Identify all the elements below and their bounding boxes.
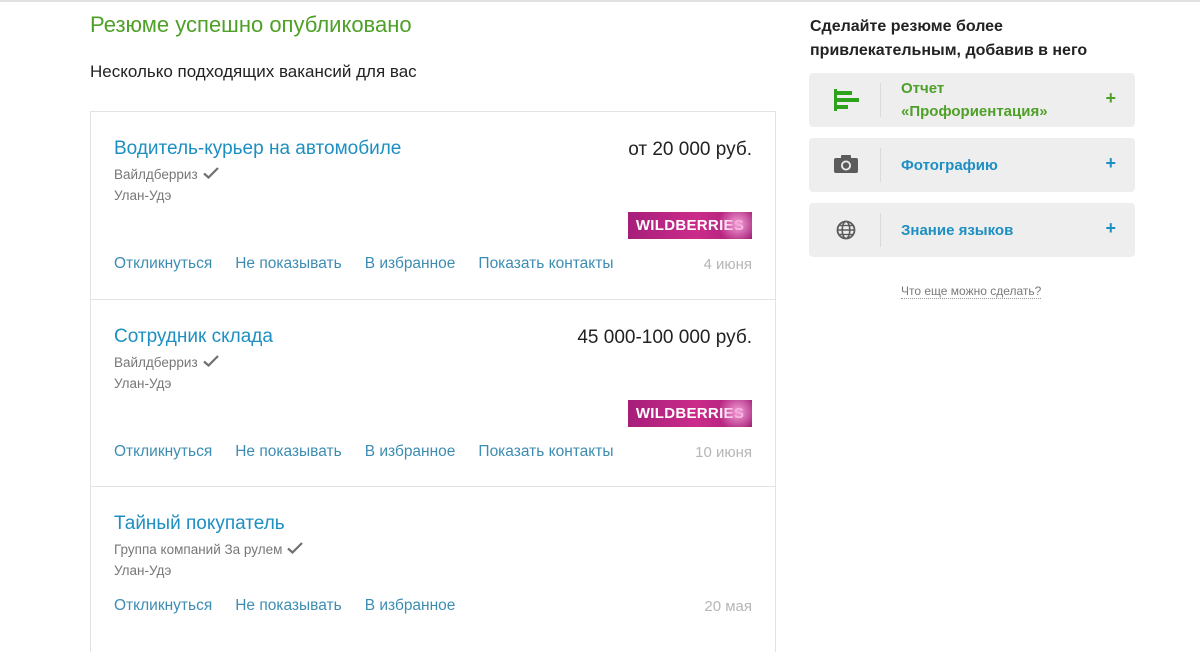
- hide-link[interactable]: Не показывать: [235, 443, 341, 461]
- more-options-link[interactable]: Что еще можно сделать?: [901, 284, 1042, 299]
- recommendations-subtitle: Несколько подходящих вакансий для вас: [90, 62, 417, 81]
- vacancy-city: Улан-Удэ: [114, 563, 172, 578]
- sidebar-item-photo[interactable]: Фотографию +: [809, 138, 1135, 192]
- card-divider: [880, 83, 881, 117]
- vacancy-salary: 45 000-100 000 руб.: [577, 327, 752, 348]
- bar-chart-icon: [831, 89, 861, 111]
- sidebar-item-label: Фотографию: [901, 157, 998, 174]
- sidebar-item-label: Знание языков: [901, 222, 1014, 239]
- sidebar-item-label: Отчет «Профориентация»: [901, 77, 1048, 123]
- verified-check-icon: [202, 355, 219, 370]
- company-logo[interactable]: WILDBERRIES: [628, 400, 752, 427]
- vacancy-date: 20 мая: [704, 598, 752, 615]
- vacancy-card: Водитель-курьер на автомобиле от 20 000 …: [91, 112, 775, 299]
- add-plus-icon[interactable]: +: [1105, 88, 1116, 109]
- vacancy-card: Сотрудник склада 45 000-100 000 руб. Вай…: [91, 299, 775, 487]
- globe-icon: [831, 220, 861, 240]
- card-divider: [880, 148, 881, 182]
- card-divider: [880, 213, 881, 247]
- top-divider: [0, 0, 1200, 2]
- sidebar-title: Сделайте резюме более привлекательным, д…: [810, 18, 1088, 59]
- favorite-link[interactable]: В избранное: [365, 597, 456, 615]
- vacancy-actions: Откликнуться Не показывать В избранное: [114, 597, 478, 615]
- respond-link[interactable]: Откликнуться: [114, 443, 212, 461]
- vacancy-title[interactable]: Сотрудник склада: [114, 326, 273, 348]
- company-name: Вайлдберриз: [114, 355, 198, 370]
- label-line-2: «Профориентация»: [901, 103, 1048, 120]
- add-plus-icon[interactable]: +: [1105, 218, 1116, 239]
- show-contacts-link[interactable]: Показать контакты: [478, 443, 613, 461]
- respond-link[interactable]: Откликнуться: [114, 597, 212, 615]
- vacancy-city: Улан-Удэ: [114, 376, 172, 391]
- favorite-link[interactable]: В избранное: [365, 443, 456, 461]
- verified-check-icon: [287, 542, 304, 557]
- sidebar-item-career-report[interactable]: Отчет «Профориентация» +: [809, 73, 1135, 127]
- hide-link[interactable]: Не показывать: [235, 597, 341, 615]
- camera-icon: [831, 154, 861, 174]
- vacancy-list: Водитель-курьер на автомобиле от 20 000 …: [90, 111, 776, 652]
- vacancy-actions: Откликнуться Не показывать В избранное П…: [114, 255, 637, 273]
- hide-link[interactable]: Не показывать: [235, 255, 341, 273]
- vacancy-actions: Откликнуться Не показывать В избранное П…: [114, 443, 637, 461]
- vacancy-title[interactable]: Тайный покупатель: [114, 513, 285, 535]
- company-logo[interactable]: WILDBERRIES: [628, 212, 752, 239]
- vacancy-company: Группа компаний За рулем: [114, 542, 304, 557]
- add-plus-icon[interactable]: +: [1105, 153, 1116, 174]
- company-name: Группа компаний За рулем: [114, 542, 283, 557]
- vacancy-salary: от 20 000 руб.: [628, 139, 752, 160]
- vacancy-date: 10 июня: [695, 444, 752, 461]
- vacancy-date: 4 июня: [703, 256, 752, 273]
- company-name: Вайлдберриз: [114, 167, 198, 182]
- success-title: Резюме успешно опубликовано: [90, 12, 412, 37]
- vacancy-title[interactable]: Водитель-курьер на автомобиле: [114, 138, 401, 160]
- favorite-link[interactable]: В избранное: [365, 255, 456, 273]
- vacancy-city: Улан-Удэ: [114, 188, 172, 203]
- vacancy-company: Вайлдберриз: [114, 355, 219, 370]
- verified-check-icon: [202, 167, 219, 182]
- vacancy-company: Вайлдберриз: [114, 167, 219, 182]
- show-contacts-link[interactable]: Показать контакты: [478, 255, 613, 273]
- respond-link[interactable]: Откликнуться: [114, 255, 212, 273]
- sidebar-item-languages[interactable]: Знание языков +: [809, 203, 1135, 257]
- label-line-1: Отчет: [901, 80, 945, 97]
